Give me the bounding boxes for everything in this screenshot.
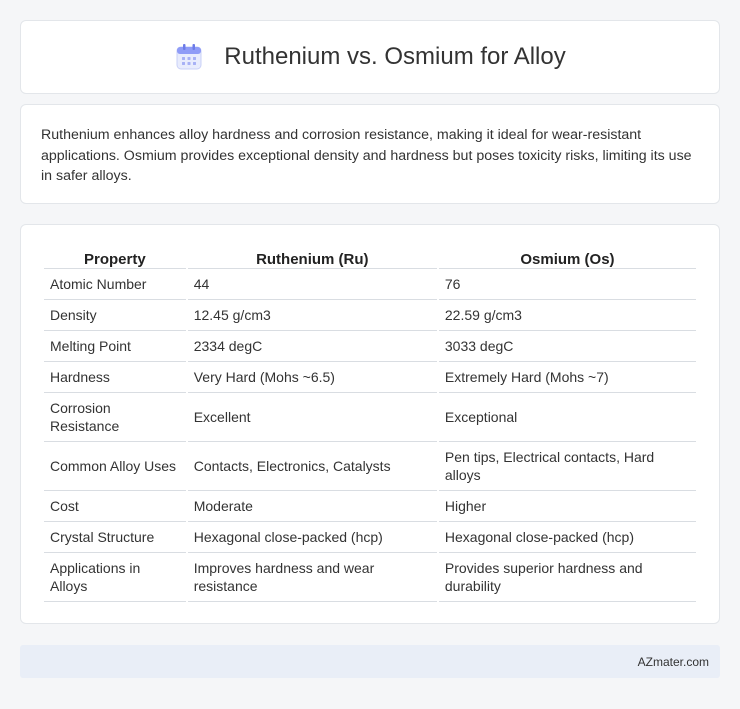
page-title: Ruthenium vs. Osmium for Alloy xyxy=(224,43,566,70)
cell-property: Density xyxy=(44,300,186,331)
header-ruthenium: Ruthenium (Ru) xyxy=(187,247,437,269)
calendar-icon xyxy=(176,44,202,70)
cell-osmium: Extremely Hard (Mohs ~7) xyxy=(438,362,696,393)
table-row: Density 12.45 g/cm3 22.59 g/cm3 xyxy=(44,300,696,331)
header-osmium: Osmium (Os) xyxy=(438,247,696,269)
cell-property: Applications in Alloys xyxy=(44,553,186,602)
cell-ruthenium: 2334 degC xyxy=(187,331,437,362)
title-card: Ruthenium vs. Osmium for Alloy xyxy=(20,20,720,94)
cell-osmium: 22.59 g/cm3 xyxy=(438,300,696,331)
cell-ruthenium: Hexagonal close-packed (hcp) xyxy=(187,522,437,553)
cell-property: Common Alloy Uses xyxy=(44,442,186,491)
cell-osmium: Pen tips, Electrical contacts, Hard allo… xyxy=(438,442,696,491)
cell-ruthenium: Contacts, Electronics, Catalysts xyxy=(187,442,437,491)
cell-ruthenium: 44 xyxy=(187,269,437,300)
cell-osmium: 3033 degC xyxy=(438,331,696,362)
cell-ruthenium: Moderate xyxy=(187,491,437,522)
summary-card: Ruthenium enhances alloy hardness and co… xyxy=(20,104,720,204)
table-row: Cost Moderate Higher xyxy=(44,491,696,522)
comparison-table: Property Ruthenium (Ru) Osmium (Os) Atom… xyxy=(42,247,698,602)
table-row: Corrosion Resistance Excellent Exception… xyxy=(44,393,696,442)
cell-osmium: Hexagonal close-packed (hcp) xyxy=(438,522,696,553)
cell-ruthenium: Improves hardness and wear resistance xyxy=(187,553,437,602)
title-wrap: Ruthenium vs. Osmium for Alloy xyxy=(174,42,566,72)
table-row: Hardness Very Hard (Mohs ~6.5) Extremely… xyxy=(44,362,696,393)
header-property: Property xyxy=(44,247,186,269)
cell-ruthenium: Very Hard (Mohs ~6.5) xyxy=(187,362,437,393)
table-card: Property Ruthenium (Ru) Osmium (Os) Atom… xyxy=(20,224,720,624)
cell-osmium: Provides superior hardness and durabilit… xyxy=(438,553,696,602)
table-row: Common Alloy Uses Contacts, Electronics,… xyxy=(44,442,696,491)
table-row: Melting Point 2334 degC 3033 degC xyxy=(44,331,696,362)
table-row: Applications in Alloys Improves hardness… xyxy=(44,553,696,602)
footer: AZmater.com xyxy=(20,645,720,678)
table-header-row: Property Ruthenium (Ru) Osmium (Os) xyxy=(44,247,696,269)
cell-ruthenium: 12.45 g/cm3 xyxy=(187,300,437,331)
table-row: Atomic Number 44 76 xyxy=(44,269,696,300)
footer-source-link[interactable]: AZmater.com xyxy=(638,655,709,669)
cell-property: Hardness xyxy=(44,362,186,393)
cell-property: Atomic Number xyxy=(44,269,186,300)
summary-text: Ruthenium enhances alloy hardness and co… xyxy=(41,127,692,184)
cell-property: Melting Point xyxy=(44,331,186,362)
cell-property: Cost xyxy=(44,491,186,522)
cell-ruthenium: Excellent xyxy=(187,393,437,442)
cell-osmium: Higher xyxy=(438,491,696,522)
cell-property: Corrosion Resistance xyxy=(44,393,186,442)
table-row: Crystal Structure Hexagonal close-packed… xyxy=(44,522,696,553)
cell-osmium: Exceptional xyxy=(438,393,696,442)
cell-osmium: 76 xyxy=(438,269,696,300)
cell-property: Crystal Structure xyxy=(44,522,186,553)
